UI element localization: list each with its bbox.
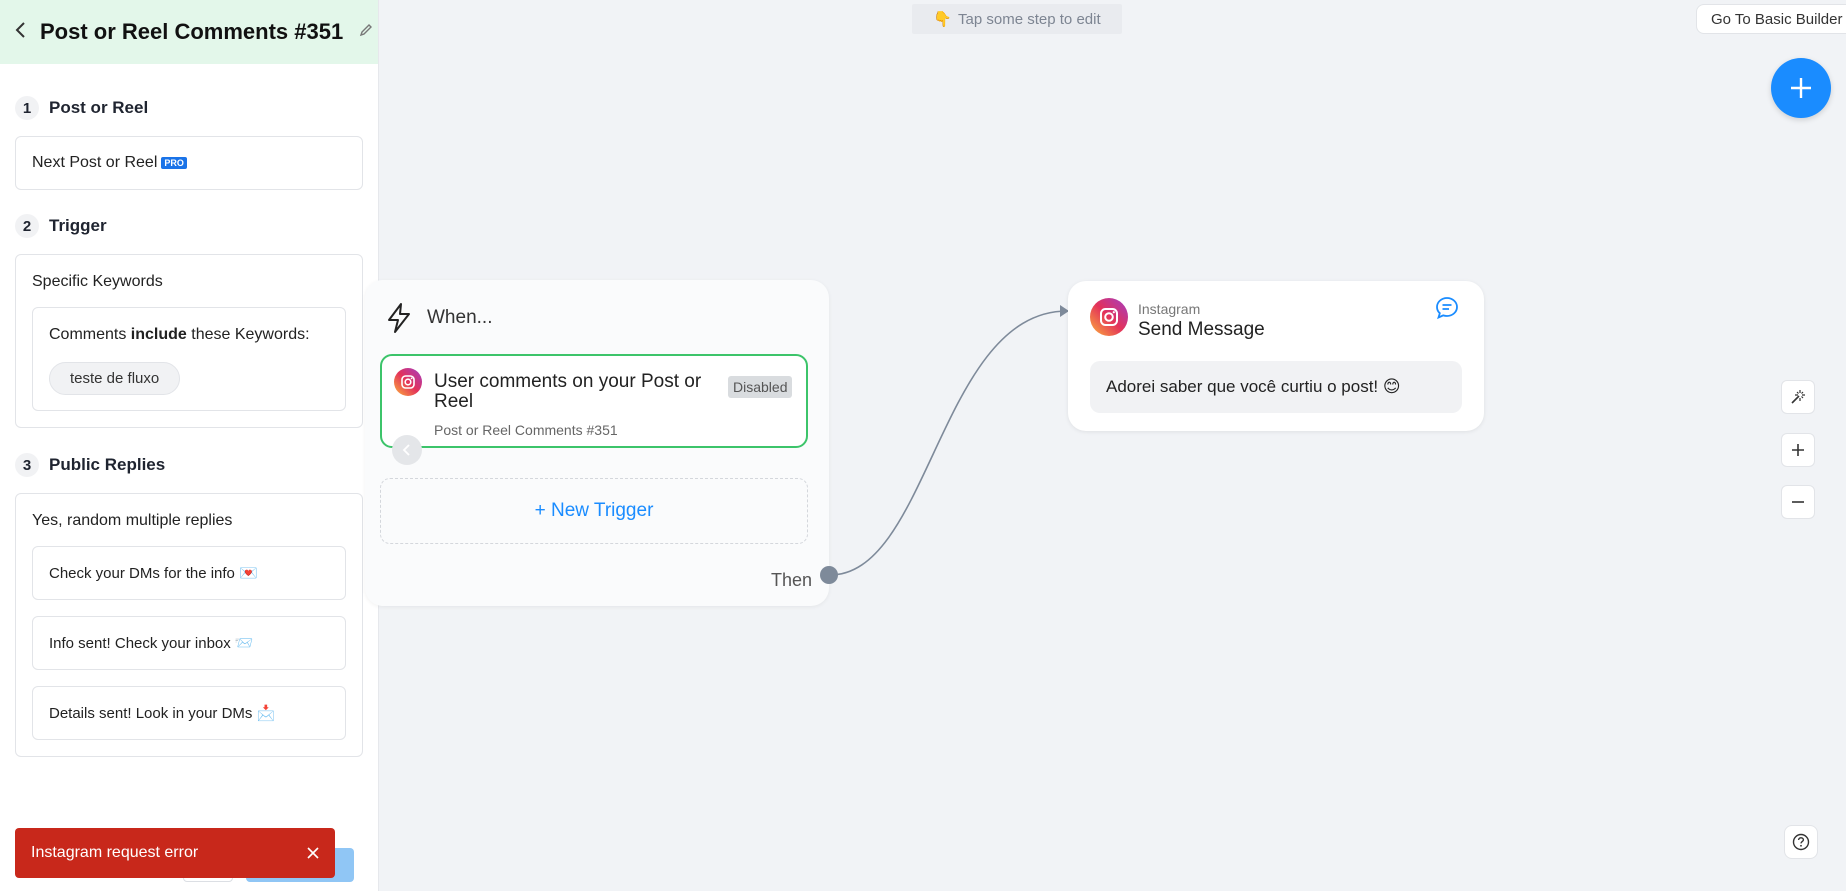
reply-text: Details sent! Look in your DMs 📩 [49,705,276,722]
zoom-out-button[interactable] [1781,485,1815,519]
status-badge: Disabled [728,376,793,398]
send-message-node[interactable]: Instagram Send Message Adorei saber que … [1068,281,1484,431]
plus-icon [1792,444,1804,456]
section-number: 3 [15,453,39,477]
keyword-list: teste de fluxo [49,362,181,395]
section-title: Trigger [49,216,107,235]
keyword-rule-prefix: Comments [49,326,131,343]
section-trigger: 2 Trigger [15,214,107,238]
keyword-rule-suffix: these Keywords: [186,326,310,343]
replies-mode: Yes, random multiple replies [32,512,233,529]
section-title: Post or Reel [49,98,149,117]
then-label: Then [771,570,813,590]
chevron-left-icon [402,444,410,456]
keyword-chip[interactable]: teste de fluxo [49,362,181,395]
post-select-label: Next Post or Reel [32,154,158,171]
edit-hint: 👇 Tap some step to edit [912,4,1122,34]
when-heading: When... [385,302,492,334]
error-toast: Instagram request error [15,828,335,878]
previous-arrow-button[interactable] [392,435,422,465]
keyword-rule-bold: include [130,326,187,343]
node-action: Send Message [1138,319,1265,340]
section-post-or-reel: 1 Post or Reel [15,96,148,120]
section-number: 2 [15,214,39,238]
basic-builder-button[interactable]: Go To Basic Builder [1696,4,1846,34]
trigger-card[interactable]: Specific Keywords Comments include these… [15,254,363,428]
reply-item[interactable]: Details sent! Look in your DMs 📩 [32,686,346,740]
section-title: Public Replies [49,455,166,474]
pro-badge: PRO [161,157,187,169]
trigger-subtitle: Post or Reel Comments #351 [434,422,618,438]
sidebar-header: Post or Reel Comments #351 [0,0,378,64]
reply-item[interactable]: Check your DMs for the info 💌 [32,546,346,600]
add-step-button[interactable] [1771,58,1831,118]
then-connector-handle[interactable] [820,566,838,584]
chat-bubble-icon [1436,297,1458,320]
back-chevron-icon[interactable] [14,19,30,45]
trigger-type: Specific Keywords [32,273,163,290]
magic-wand-icon [1791,390,1805,404]
replies-card[interactable]: Yes, random multiple replies Check your … [15,493,363,757]
question-icon [1792,833,1810,851]
toast-message: Instagram request error [31,844,199,861]
edit-hint-text: Tap some step to edit [958,10,1101,28]
edit-pencil-icon[interactable] [359,23,373,42]
trigger-title: User comments on your Post or Reel [434,372,702,412]
node-platform: Instagram [1138,301,1201,317]
sidebar: Post or Reel Comments #351 1 Post or Ree… [0,0,379,891]
zoom-in-button[interactable] [1781,433,1815,467]
keywords-box: Comments include these Keywords: teste d… [32,307,346,411]
instagram-icon [1090,298,1128,336]
message-bubble[interactable]: Adorei saber que você curtiu o post! 😊 [1090,361,1462,413]
plus-icon [1791,78,1811,98]
when-trigger-node[interactable]: When... User comments on your Post or Re… [365,280,829,606]
close-icon[interactable] [307,842,319,865]
automation-title: Post or Reel Comments #351 [40,19,344,44]
lightning-icon [388,303,410,333]
post-select-card[interactable]: Next Post or Reel PRO [15,136,363,190]
new-trigger-button[interactable]: + New Trigger [380,478,808,544]
instagram-icon [394,368,422,396]
keyword-rule: Comments include these Keywords: [49,326,310,344]
section-number: 1 [15,96,39,120]
trigger-item[interactable]: User comments on your Post or Reel Post … [380,354,808,448]
magic-wand-button[interactable] [1781,380,1815,414]
minus-icon [1792,501,1804,503]
reply-text: Info sent! Check your inbox 📨 [49,635,254,652]
message-text: Adorei saber que você curtiu o post! 😊 [1106,377,1401,396]
when-heading-text: When... [427,307,493,328]
reply-item[interactable]: Info sent! Check your inbox 📨 [32,616,346,670]
pointing-down-icon: 👇 [933,11,953,28]
section-public-replies: 3 Public Replies [15,453,165,477]
reply-text: Check your DMs for the info 💌 [49,565,258,582]
help-button[interactable] [1784,825,1818,859]
